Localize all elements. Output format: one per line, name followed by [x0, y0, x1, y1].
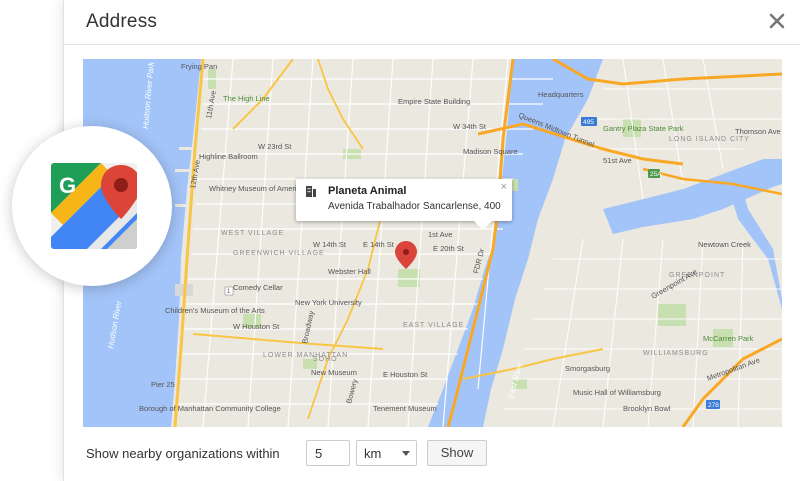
label-w-14th: W 14th St: [313, 240, 347, 249]
label-williamsburg: WILLIAMSBURG: [643, 350, 709, 357]
label-empire-state: Empire State Building: [398, 97, 470, 106]
dialog-header: Address: [64, 0, 800, 45]
label-e-20th: E 20th St: [433, 244, 465, 253]
label-high-line: The High Line: [223, 94, 270, 103]
label-madison-square: Madison Square: [463, 147, 518, 156]
label-newtown-creek: Newtown Creek: [698, 240, 751, 249]
label-1st-ave: 1st Ave: [428, 230, 452, 239]
label-long-island-city: LONG ISLAND CITY: [669, 136, 750, 143]
label-music-hall: Music Hall of Williamsburg: [573, 388, 661, 397]
label-smorgasburg: Smorgasburg: [565, 364, 610, 373]
unit-select[interactable]: km: [356, 440, 417, 466]
close-icon[interactable]: [767, 11, 787, 31]
label-west-village: WEST VILLAGE: [221, 230, 284, 237]
label-highline-ballroom: Highline Ballroom: [199, 152, 258, 161]
label-thomson-ave: Thomson Ave: [735, 127, 781, 136]
building-icon: [306, 186, 316, 197]
info-window-address: Avenida Trabalhador Sancarlense, 400: [328, 201, 501, 212]
info-window-title: Planeta Animal: [328, 185, 407, 197]
label-headquarters: Headquarters: [538, 90, 584, 99]
label-51st-ave: 51st Ave: [603, 156, 632, 165]
google-g-letter: G: [59, 173, 76, 198]
label-new-museum: New Museum: [311, 368, 357, 377]
route-25a: 25A: [650, 171, 662, 178]
label-brooklyn-bowl: Brooklyn Bowl: [623, 404, 671, 413]
route-495: 495: [583, 119, 594, 126]
label-e-houston: E Houston St: [383, 370, 428, 379]
dialog-title: Address: [86, 11, 158, 32]
nearby-label: Show nearby organizations within: [86, 446, 280, 461]
unit-select-value: km: [364, 446, 382, 461]
label-lower-manhattan: LOWER MANHATTAN: [263, 352, 348, 359]
show-button[interactable]: Show: [427, 440, 487, 466]
google-maps-icon: G: [51, 163, 137, 249]
label-greenwich-village: GREENWICH VILLAGE: [233, 250, 325, 257]
label-mccarren-park: McCarren Park: [703, 334, 754, 343]
route-278: 278: [708, 402, 719, 409]
label-w-23rd: W 23rd St: [258, 142, 292, 151]
label-east-village: EAST VILLAGE: [403, 322, 464, 329]
label-borough-college: Borough of Manhattan Community College: [139, 404, 281, 413]
map-info-window: Planeta Animal Avenida Trabalhador Sanca…: [296, 179, 512, 230]
label-tenement-museum: Tenement Museum: [373, 404, 437, 413]
label-w-houston: W Houston St: [233, 322, 280, 331]
radius-input[interactable]: [306, 440, 350, 466]
label-gantry-plaza: Gantry Plaza State Park: [603, 124, 684, 133]
label-pier-25: Pier 25: [151, 380, 175, 389]
map-view[interactable]: Frying Pan The High Line Highline Ballro…: [83, 59, 782, 427]
label-w-34th: W 34th St: [453, 122, 487, 131]
google-maps-badge: G: [12, 126, 172, 286]
info-window-close-icon[interactable]: ×: [501, 181, 507, 193]
label-nyu: New York University: [295, 298, 362, 307]
label-frying-pan: Frying Pan: [181, 62, 217, 71]
address-dialog: Address Frying Pan The High Line Highlin…: [63, 0, 800, 481]
label-childrens-museum: Children's Museum of the Arts: [165, 306, 265, 315]
label-webster-hall: Webster Hall: [328, 267, 371, 276]
label-e-14th: E 14th St: [363, 240, 395, 249]
label-comedy-cellar: Comedy Cellar: [233, 283, 283, 292]
chevron-down-icon: [402, 451, 410, 456]
